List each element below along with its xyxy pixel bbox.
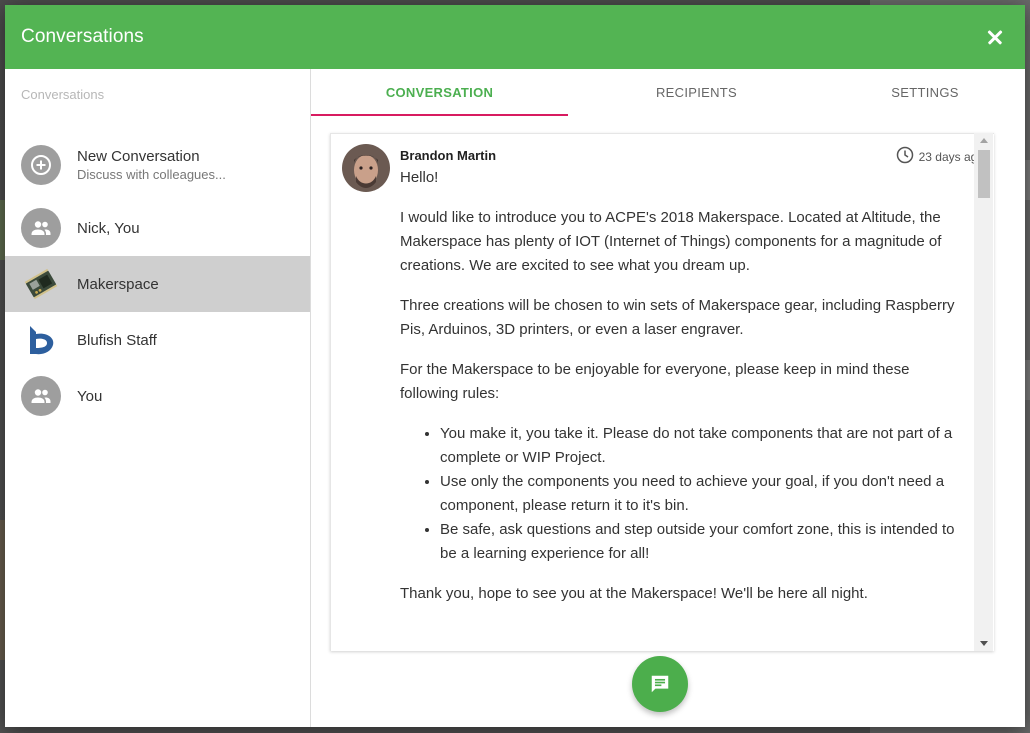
conversation-label: Blufish Staff: [77, 331, 157, 349]
conversation-item-you[interactable]: You: [5, 368, 310, 424]
message-paragraph: For the Makerspace to be enjoyable for e…: [400, 361, 910, 402]
sender-avatar: [342, 144, 390, 192]
conversation-label: Nick, You: [77, 219, 140, 237]
blufish-logo: [21, 320, 61, 360]
message-body: Hello! I would like to introduce you to …: [400, 166, 960, 606]
modal-title: Conversations: [21, 26, 144, 47]
modal-body: Conversations New Conversation Discuss w…: [5, 69, 1025, 727]
scroll-thumb[interactable]: [978, 150, 990, 198]
conversation-main: CONVERSATION RECIPIENTS SETTINGS 23 days…: [311, 69, 1025, 727]
message-closing: Thank you, hope to see you at the Makers…: [400, 585, 868, 602]
new-conversation-title: New Conversation: [77, 147, 200, 165]
chat-icon: [651, 675, 669, 693]
conversation-item-makerspace[interactable]: Makerspace: [5, 256, 310, 312]
conversation-label: You: [77, 387, 103, 405]
modal-header: Conversations: [5, 5, 1025, 69]
rules-list: You make it, you take it. Please do not …: [400, 422, 960, 566]
rule-item: Use only the components you need to achi…: [440, 470, 960, 518]
tab-conversation[interactable]: CONVERSATION: [311, 69, 568, 116]
conversation-item-nick-you[interactable]: Nick, You: [5, 200, 310, 256]
conversation-item-blufish-staff[interactable]: Blufish Staff: [5, 312, 310, 368]
message-thread: 23 days ago Brandon Martin Hello! I woul…: [330, 133, 994, 651]
message-paragraph: Three creations will be chosen to win se…: [400, 297, 955, 338]
message-greeting: Hello!: [400, 169, 439, 186]
people-icon: [21, 376, 61, 416]
rule-item: Be safe, ask questions and step outside …: [440, 518, 960, 566]
message-scrollbar[interactable]: [974, 133, 993, 651]
conversations-modal: Conversations Conversations New Conversa…: [5, 5, 1025, 727]
new-conversation-item[interactable]: New Conversation Discuss with colleagues…: [5, 125, 310, 200]
new-conversation-subtitle: Discuss with colleagues...: [77, 166, 226, 182]
conversations-sidebar: Conversations New Conversation Discuss w…: [5, 69, 311, 727]
tab-settings[interactable]: SETTINGS: [825, 69, 1025, 116]
close-icon[interactable]: [983, 25, 1007, 49]
scroll-down-icon[interactable]: [980, 641, 988, 646]
tab-recipients[interactable]: RECIPIENTS: [568, 69, 825, 116]
tab-bar: CONVERSATION RECIPIENTS SETTINGS: [311, 69, 1025, 117]
new-conversation-text: New Conversation Discuss with colleagues…: [77, 148, 226, 182]
people-icon: [21, 208, 61, 248]
message-paragraph: I would like to introduce you to ACPE's …: [400, 209, 942, 274]
conversation-label: Makerspace: [77, 275, 159, 293]
sender-name: Brandon Martin: [400, 148, 497, 163]
reply-button[interactable]: [632, 656, 688, 712]
sidebar-heading: Conversations: [21, 87, 105, 102]
circuit-board-image: [21, 264, 61, 304]
message-content: Brandon Martin Hello! I would like to in…: [400, 148, 960, 622]
add-circle-icon: [21, 144, 61, 185]
rule-item: You make it, you take it. Please do not …: [440, 422, 960, 470]
scroll-up-icon[interactable]: [980, 138, 988, 143]
